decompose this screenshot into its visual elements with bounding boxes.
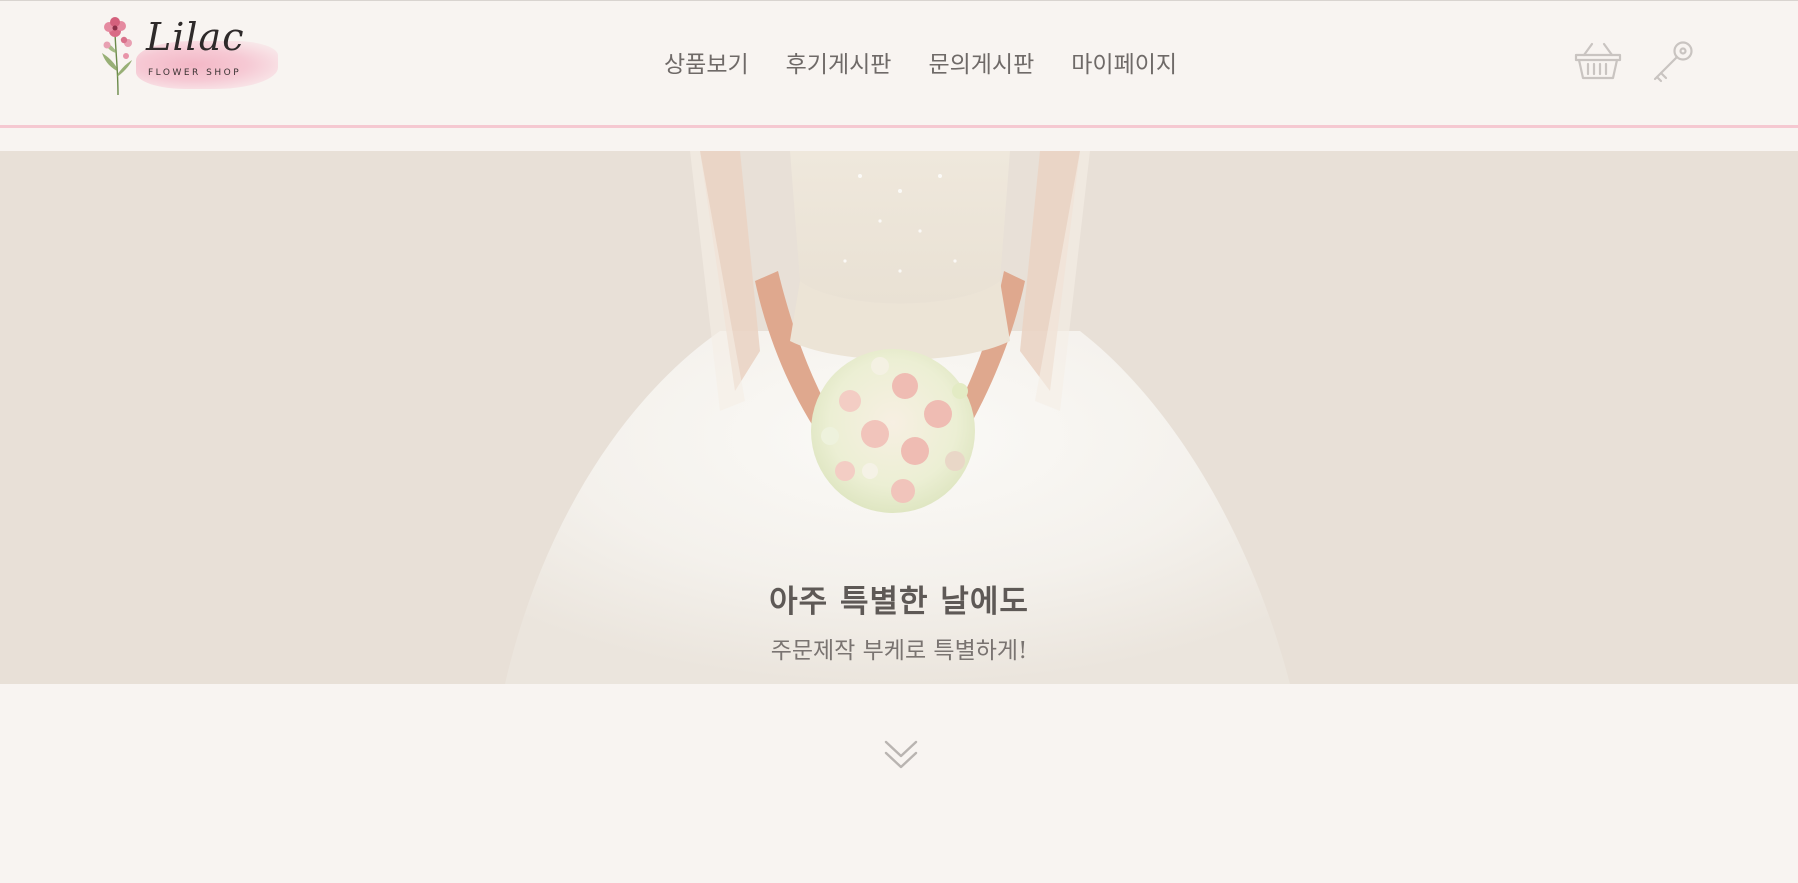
key-icon[interactable]	[1650, 39, 1696, 85]
logo-subtitle: FLOWER SHOP	[148, 68, 242, 78]
nav-item-inquiries[interactable]: 문의게시판	[928, 48, 1034, 82]
logo[interactable]: Lilac FLOWER SHOP	[98, 11, 284, 97]
hero-banner: 아주 특별한 날에도 주문제작 부케로 특별하게!	[0, 151, 1798, 684]
nav-item-reviews[interactable]: 후기게시판	[786, 48, 892, 82]
double-chevron-down-icon[interactable]	[882, 738, 920, 772]
logo-wordmark: Lilac	[146, 15, 245, 59]
header-divider	[0, 125, 1798, 128]
page: Lilac FLOWER SHOP 상품보기 후기게시판 문의게시판 마이페이지	[0, 0, 1798, 883]
main-nav: 상품보기 후기게시판 문의게시판 마이페이지	[664, 48, 1177, 82]
site-header: Lilac FLOWER SHOP 상품보기 후기게시판 문의게시판 마이페이지	[0, 1, 1798, 126]
basket-icon[interactable]	[1574, 41, 1622, 81]
nav-item-mypage[interactable]: 마이페이지	[1071, 48, 1177, 82]
nav-item-products[interactable]: 상품보기	[664, 48, 749, 82]
flower-illustration-icon	[102, 17, 132, 96]
hero-subtitle: 주문제작 부케로 특별하게!	[770, 638, 1028, 664]
hero-title: 아주 특별한 날에도	[769, 584, 1029, 620]
